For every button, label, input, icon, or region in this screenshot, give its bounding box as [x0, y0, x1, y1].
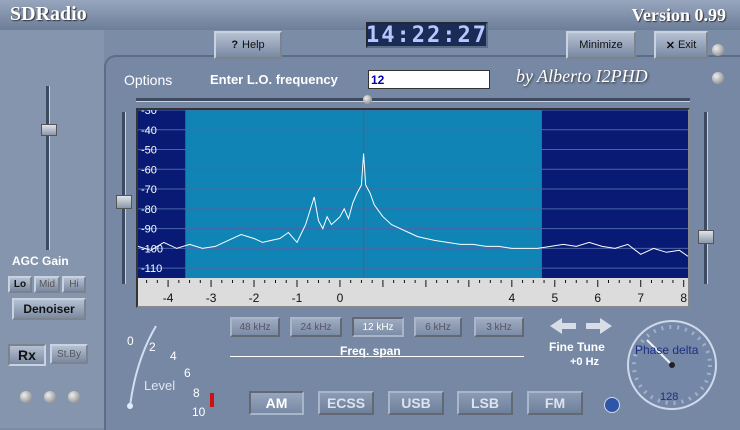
clock-display: 14:22:27 [366, 22, 488, 48]
level-peak-indicator [210, 393, 214, 407]
tuning-slider-thumb[interactable] [363, 95, 372, 104]
left-slider-thumb[interactable] [116, 195, 132, 209]
minimize-button[interactable]: Minimize [566, 31, 636, 59]
x-tick-label: 7 [637, 291, 644, 305]
y-tick-label: -110 [141, 263, 162, 275]
question-icon: ? [231, 39, 239, 51]
author-signature: by Alberto I2PHD [516, 66, 648, 86]
level-tick-10: 10 [192, 405, 206, 419]
help-label: Help [242, 39, 265, 51]
x-axis-bar [138, 278, 688, 306]
level-tick-8: 8 [193, 386, 200, 400]
phase-delta-value: 128 [660, 391, 679, 403]
level-tick-2: 2 [149, 340, 156, 354]
span-6khz-button[interactable]: 6 kHz [414, 317, 462, 337]
fine-tune-arrows [550, 318, 612, 334]
app-title: SDRadio [10, 3, 87, 25]
screw-2 [44, 391, 56, 403]
denoiser-button[interactable]: Denoiser [12, 298, 86, 320]
right-vertical-slider[interactable] [704, 112, 708, 284]
level-tick-4: 4 [170, 349, 177, 363]
options-menu[interactable]: Options [124, 72, 172, 88]
lo-frequency-label: Enter L.O. frequency [210, 72, 338, 87]
level-pivot [127, 403, 133, 409]
y-tick-label: -40 [141, 125, 157, 137]
mode-usb-button[interactable]: USB [388, 391, 444, 415]
exit-label: Exit [677, 39, 697, 51]
standby-button[interactable]: St.By [50, 344, 88, 364]
lo-frequency-input[interactable] [368, 70, 490, 89]
x-tick-label: 0 [337, 291, 344, 305]
span-24khz-button[interactable]: 24 kHz [290, 317, 342, 337]
right-slider-thumb[interactable] [698, 230, 714, 244]
span-48khz-button[interactable]: 48 kHz [230, 317, 280, 337]
level-label: Level [144, 378, 176, 393]
x-tick-label: -3 [206, 291, 217, 305]
y-tick-label: -80 [141, 204, 157, 216]
arrow-left-icon[interactable] [550, 318, 576, 334]
y-tick-label: -60 [141, 164, 157, 176]
fine-tune-label: Fine Tune [549, 340, 605, 354]
fine-tune-value: +0 Hz [570, 356, 600, 368]
left-panel [0, 30, 104, 428]
x-tick-label: 4 [508, 291, 515, 305]
x-tick-label: 8 [680, 291, 687, 305]
screw-1 [20, 391, 32, 403]
mode-am-button[interactable]: AM [249, 391, 304, 415]
y-tick-label: -30 [141, 110, 157, 117]
y-tick-label: -90 [141, 224, 157, 236]
side-knob [712, 72, 724, 84]
spectrum-frame: -30 -40 -50 -60 -70 -80 -90 -100 -110 -4 -3 -2 -1 0 4 5… [136, 108, 690, 308]
mode-lsb-button[interactable]: LSB [457, 391, 513, 415]
agc-lo-button[interactable]: Lo [8, 276, 32, 293]
x-tick-label: -2 [249, 291, 260, 305]
agc-hi-button[interactable]: Hi [62, 276, 86, 293]
span-12khz-button[interactable]: 12 kHz [352, 317, 404, 337]
mode-fm-button[interactable]: FM [527, 391, 583, 415]
x-tick-label: -1 [292, 291, 303, 305]
exit-button[interactable]: ✕ Exit [654, 31, 708, 59]
y-tick-label: -50 [141, 145, 157, 157]
close-icon: ✕ [665, 39, 675, 52]
y-tick-label: -70 [141, 184, 157, 196]
rx-button[interactable]: Rx [8, 344, 46, 366]
span-3khz-button[interactable]: 3 kHz [474, 317, 524, 337]
screw-3 [68, 391, 80, 403]
minimize-label: Minimize [579, 39, 623, 51]
x-tick-label: 6 [594, 291, 601, 305]
version-label: Version 0.99 [631, 5, 726, 25]
mode-ecss-button[interactable]: ECSS [318, 391, 374, 415]
copyright-icon [604, 397, 620, 413]
spectrum-chart[interactable]: -30-40-50-60-70-80-90-100-110-4 -3 -2 -1 0 4 5… [138, 110, 688, 306]
x-tick-label: 5 [551, 291, 558, 305]
level-tick-6: 6 [184, 366, 191, 380]
top-right-knob [712, 44, 724, 56]
level-tick-0: 0 [127, 334, 134, 348]
help-button[interactable]: ? Help [214, 31, 282, 59]
tuning-slider-track[interactable] [136, 98, 690, 102]
agc-slider-track[interactable] [46, 86, 50, 250]
agc-slider-thumb[interactable] [41, 124, 57, 136]
phase-delta-label: Phase delta [635, 343, 699, 357]
agc-gain-label: AGC Gain [12, 254, 69, 268]
x-tick-label: -4 [163, 291, 174, 305]
agc-mid-button[interactable]: Mid [34, 276, 60, 293]
arrow-right-icon[interactable] [586, 318, 612, 334]
freq-span-label: Freq. span [340, 344, 401, 358]
